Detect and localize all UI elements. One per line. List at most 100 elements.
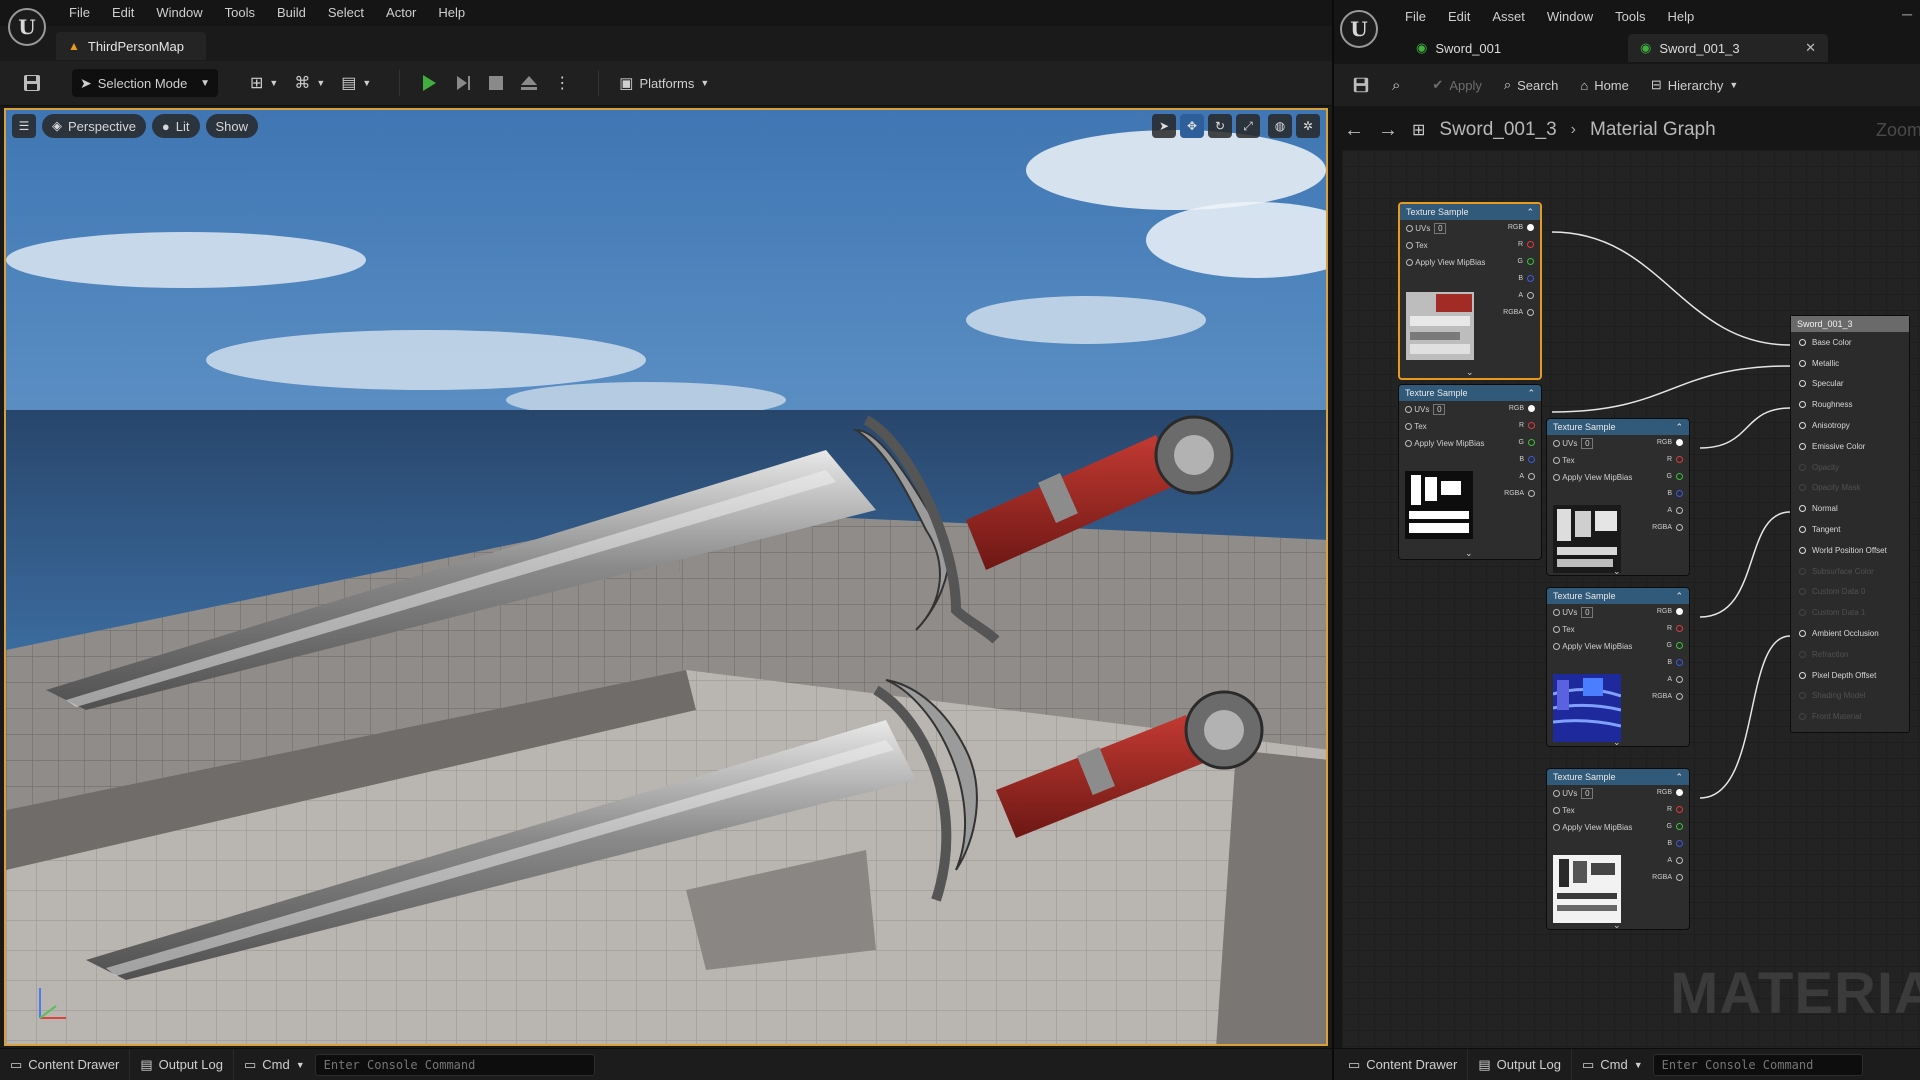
pin-uvs[interactable]: UVs 0 RGB — [1547, 604, 1689, 621]
menu-tools[interactable]: Tools — [214, 0, 266, 26]
result-input-pin[interactable]: Pixel Depth Offset — [1791, 665, 1909, 686]
tab-thirdpersonmap[interactable]: ▲ ThirdPersonMap — [56, 32, 206, 60]
uv-index[interactable]: 0 — [1433, 404, 1446, 415]
output-rgb[interactable]: RGB — [1657, 789, 1683, 796]
menu-help[interactable]: Help — [1656, 4, 1705, 30]
stop-button[interactable] — [480, 69, 512, 97]
result-input-pin[interactable]: Subsurface Color — [1791, 561, 1909, 582]
uv-index[interactable]: 0 — [1581, 788, 1594, 799]
menu-tools[interactable]: Tools — [1604, 4, 1656, 30]
surface-snap-button[interactable]: ✲ — [1296, 114, 1320, 138]
output-b[interactable]: B — [1547, 486, 1689, 503]
texture-sample-node[interactable]: Texture Sample ⌃ UVs 0 RGB Tex R Apply Vie… — [1398, 202, 1542, 380]
output-g[interactable]: G — [1667, 823, 1683, 830]
expand-chevron-icon[interactable]: ⌄ — [1465, 548, 1473, 559]
play-options-button[interactable]: ⋮ — [546, 69, 578, 97]
texture-sample-node[interactable]: Texture Sample ⌃ UVs 0 RGB Tex R Apply Vie… — [1546, 418, 1690, 576]
breadcrumb-asset[interactable]: Sword_001_3 — [1439, 119, 1556, 141]
output-g[interactable]: G — [1519, 439, 1535, 446]
menu-window[interactable]: Window — [1536, 4, 1604, 30]
collapse-icon[interactable]: ⌃ — [1675, 591, 1683, 602]
close-icon[interactable]: ✕ — [1805, 40, 1816, 56]
output-rgb[interactable]: RGB — [1509, 405, 1535, 412]
result-input-pin[interactable]: Normal — [1791, 498, 1909, 519]
menu-window[interactable]: Window — [145, 0, 213, 26]
back-arrow-icon[interactable]: ← — [1344, 119, 1364, 142]
pin-mipbias[interactable]: Apply View MipBias G — [1400, 254, 1540, 271]
collapse-icon[interactable]: ⌃ — [1675, 422, 1683, 433]
output-g[interactable]: G — [1518, 258, 1534, 265]
cmd-dropdown[interactable]: ▭ Cmd ▼ — [1572, 1049, 1653, 1080]
result-input-pin[interactable]: Specular — [1791, 374, 1909, 395]
output-r[interactable]: R — [1518, 241, 1534, 248]
pin-tex[interactable]: Tex R — [1547, 621, 1689, 638]
unreal-logo-icon[interactable]: U — [1340, 10, 1378, 48]
save-button[interactable] — [14, 69, 50, 97]
result-input-pin[interactable]: Custom Data 1 — [1791, 602, 1909, 623]
uv-index[interactable]: 0 — [1581, 438, 1594, 449]
platforms-dropdown[interactable]: ▣ Platforms ▼ — [611, 69, 717, 97]
pin-uvs[interactable]: UVs 0 RGB — [1547, 435, 1689, 452]
menu-file[interactable]: File — [58, 0, 101, 26]
result-input-pin[interactable]: Opacity — [1791, 457, 1909, 478]
result-input-pin[interactable]: Ambient Occlusion — [1791, 623, 1909, 644]
texture-sample-node[interactable]: Texture Sample ⌃ UVs 0 RGB Tex R Apply Vie… — [1546, 768, 1690, 930]
menu-select[interactable]: Select — [317, 0, 375, 26]
output-rgb[interactable]: RGB — [1508, 224, 1534, 231]
selection-mode-dropdown[interactable]: ➤ Selection Mode ▼ — [72, 69, 218, 97]
pin-uvs[interactable]: UVs 0 RGB — [1400, 220, 1540, 237]
menu-asset[interactable]: Asset — [1481, 4, 1536, 30]
pin-mipbias[interactable]: Apply View MipBias G — [1547, 638, 1689, 655]
forward-arrow-icon[interactable]: → — [1378, 119, 1398, 142]
material-graph-canvas[interactable]: MATERIAL Texture Sample⌃ UVs0 RGB Tex R … — [1342, 150, 1920, 1050]
eject-button[interactable] — [512, 69, 546, 97]
pin-mipbias[interactable]: Apply View MipBias G — [1547, 819, 1689, 836]
search-button[interactable]: ⌕ Search — [1496, 71, 1566, 99]
output-b[interactable]: B — [1400, 271, 1540, 288]
result-input-pin[interactable]: Refraction — [1791, 644, 1909, 665]
pin-tex[interactable]: Tex R — [1400, 237, 1540, 254]
output-rgb[interactable]: RGB — [1657, 608, 1683, 615]
menu-build[interactable]: Build — [266, 0, 317, 26]
unreal-logo-icon[interactable]: U — [8, 8, 46, 46]
result-input-pin[interactable]: Base Color — [1791, 332, 1909, 353]
result-input-pin[interactable]: Custom Data 0 — [1791, 582, 1909, 603]
translate-tool-button[interactable]: ✥ — [1180, 114, 1204, 138]
output-r[interactable]: R — [1519, 422, 1535, 429]
expand-chevron-icon[interactable]: ⌄ — [1466, 367, 1474, 378]
pin-tex[interactable]: Tex R — [1399, 418, 1541, 435]
blueprint-button[interactable]: ⌘ ▼ — [286, 69, 333, 97]
result-input-pin[interactable]: Roughness — [1791, 394, 1909, 415]
output-b[interactable]: B — [1547, 655, 1689, 672]
output-r[interactable]: R — [1667, 625, 1683, 632]
scale-tool-button[interactable]: ⤢ — [1236, 114, 1260, 138]
texture-sample-node[interactable]: Texture Sample ⌃ UVs 0 RGB Tex R Apply Vie… — [1398, 384, 1542, 560]
menu-edit[interactable]: Edit — [101, 0, 145, 26]
add-actor-button[interactable]: ⊞ ▼ — [242, 69, 286, 97]
console-command-input[interactable] — [314, 1053, 595, 1076]
menu-file[interactable]: File — [1394, 4, 1437, 30]
pin-tex[interactable]: Tex R — [1547, 802, 1689, 819]
expand-chevron-icon[interactable]: ⌄ — [1613, 566, 1621, 577]
output-rgb[interactable]: RGB — [1657, 439, 1683, 446]
pin-mipbias[interactable]: Apply View MipBias G — [1399, 435, 1541, 452]
show-button[interactable]: Show — [205, 114, 259, 138]
collapse-icon[interactable]: ⌃ — [1527, 388, 1535, 399]
menu-help[interactable]: Help — [427, 0, 476, 26]
menu-edit[interactable]: Edit — [1437, 4, 1481, 30]
world-local-button[interactable]: ◍ — [1268, 114, 1292, 138]
output-r[interactable]: R — [1667, 806, 1683, 813]
output-r[interactable]: R — [1667, 456, 1683, 463]
perspective-button[interactable]: ◈ Perspective — [42, 114, 146, 138]
result-input-pin[interactable]: Anisotropy — [1791, 415, 1909, 436]
result-input-pin[interactable]: Metallic — [1791, 353, 1909, 374]
result-input-pin[interactable]: World Position Offset — [1791, 540, 1909, 561]
output-b[interactable]: B — [1547, 836, 1689, 853]
select-tool-button[interactable]: ➤ — [1152, 114, 1176, 138]
tab-sword-001[interactable]: ◉ Sword_001 — [1404, 34, 1624, 62]
pin-uvs[interactable]: UVs 0 RGB — [1547, 785, 1689, 802]
texture-sample-node[interactable]: Texture Sample ⌃ UVs 0 RGB Tex R Apply Vie… — [1546, 587, 1690, 747]
advance-frame-button[interactable] — [446, 69, 480, 97]
pin-uvs[interactable]: UVs 0 RGB — [1399, 401, 1541, 418]
uv-index[interactable]: 0 — [1434, 223, 1447, 234]
